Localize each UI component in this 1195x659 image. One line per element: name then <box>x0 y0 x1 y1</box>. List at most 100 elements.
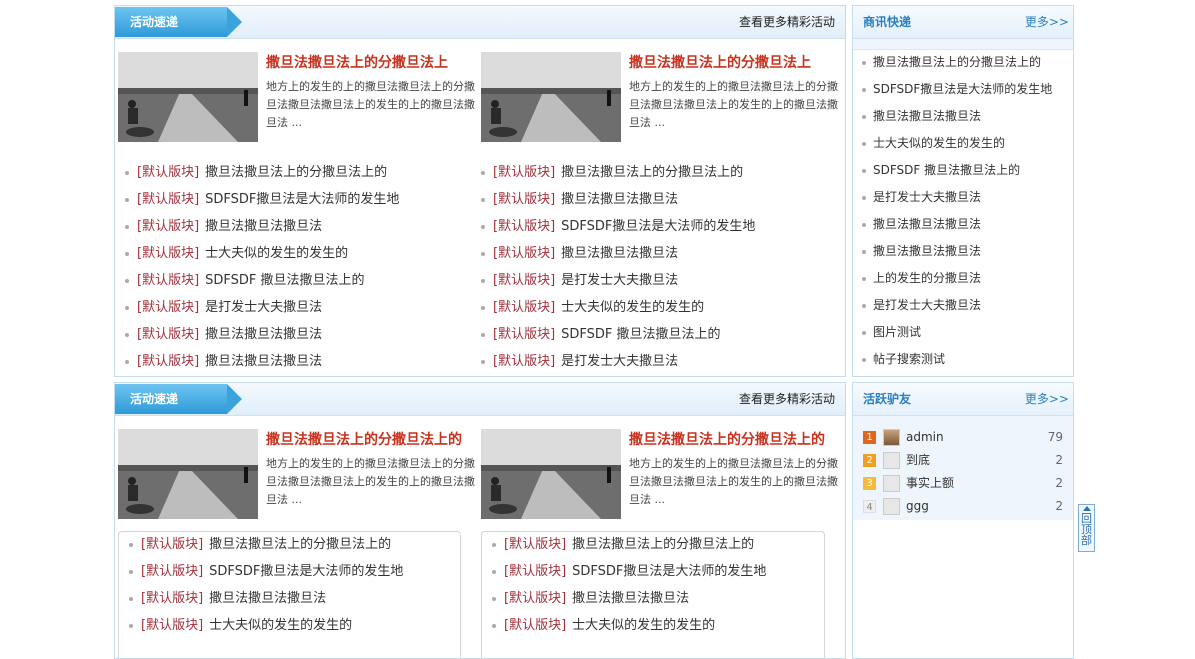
list-item[interactable]: 撒旦法撒旦法上的分撒旦法上的 <box>853 49 1073 76</box>
list-item[interactable]: [默认版块] 撒旦法撒旦法撒旦法 <box>492 585 822 612</box>
list-item[interactable]: 撒旦法撒旦法撒旦法 <box>853 211 1073 238</box>
list-item[interactable]: SDFSDF 撒旦法撒旦法上的 <box>853 157 1073 184</box>
list-item[interactable]: 撒旦法撒旦法撒旦法 <box>853 103 1073 130</box>
list-item[interactable]: [默认版块] 撒旦法撒旦法撒旦法 <box>125 348 465 375</box>
item-title[interactable]: SDFSDF撒旦法是大法师的发生地 <box>209 564 403 579</box>
user-name[interactable]: admin <box>906 426 944 449</box>
item-title[interactable]: 撒旦法撒旦法撒旦法 <box>561 192 678 207</box>
list-item[interactable]: [默认版块] SDFSDF撒旦法是大法师的发生地 <box>125 186 465 213</box>
feature-title[interactable]: 撒旦法撒旦法上的分撒旦法上 <box>629 52 844 72</box>
list-item[interactable]: [默认版块] SDFSDF撒旦法是大法师的发生地 <box>481 213 821 240</box>
category-label[interactable]: [默认版块] <box>493 192 555 207</box>
list-item[interactable]: 帖子搜索测试 <box>853 346 1073 373</box>
item-title[interactable]: 是打发士大夫撒旦法 <box>561 273 678 288</box>
item-title[interactable]: SDFSDF撒旦法是大法师的发生地 <box>561 219 755 234</box>
category-label[interactable]: [默认版块] <box>493 327 555 342</box>
user-row[interactable]: 2 到底 2 <box>853 449 1073 472</box>
feature-title[interactable]: 撒旦法撒旦法上的分撒旦法上 <box>266 52 481 72</box>
user-avatar-icon[interactable] <box>883 498 900 515</box>
item-title[interactable]: 是打发士大夫撒旦法 <box>561 354 678 369</box>
category-label[interactable]: [默认版块] <box>141 618 203 633</box>
category-label[interactable]: [默认版块] <box>141 537 203 552</box>
item-title[interactable]: 撒旦法撒旦法上的分撒旦法上的 <box>561 165 743 180</box>
category-label[interactable]: [默认版块] <box>504 618 566 633</box>
list-item[interactable]: [默认版块] 是打发士大夫撒旦法 <box>481 267 821 294</box>
category-label[interactable]: [默认版块] <box>137 246 199 261</box>
item-title[interactable]: 撒旦法撒旦法上的分撒旦法上的 <box>209 537 391 552</box>
road-photo-thumbnail[interactable] <box>481 52 621 142</box>
category-label[interactable]: [默认版块] <box>141 564 203 579</box>
category-label[interactable]: [默认版块] <box>137 327 199 342</box>
list-item[interactable]: [默认版块] 撒旦法撒旦法撒旦法 <box>125 213 465 240</box>
feature-item[interactable]: 撒旦法撒旦法上的分撒旦法上的 地方上的发生的上的撒旦法撒旦法上的分撒旦法撒旦法撒… <box>481 429 841 521</box>
list-item[interactable]: [默认版块] 撒旦法撒旦法上的分撒旦法上的 <box>481 159 821 186</box>
user-name[interactable]: 到底 <box>906 449 930 472</box>
category-label[interactable]: [默认版块] <box>493 300 555 315</box>
item-title[interactable]: 士大夫似的发生的发生的 <box>209 618 352 633</box>
category-label[interactable]: [默认版块] <box>137 165 199 180</box>
category-label[interactable]: [默认版块] <box>493 354 555 369</box>
user-name[interactable]: 事实上额 <box>906 472 954 495</box>
category-label[interactable]: [默认版块] <box>493 219 555 234</box>
item-title[interactable]: 撒旦法撒旦法撒旦法 <box>572 591 689 606</box>
category-label[interactable]: [默认版块] <box>137 273 199 288</box>
user-row[interactable]: 1 admin 79 <box>853 426 1073 449</box>
road-photo-thumbnail[interactable] <box>118 52 258 142</box>
list-item[interactable]: [默认版块] 是打发士大夫撒旦法 <box>481 348 821 375</box>
item-title[interactable]: 士大夫似的发生的发生的 <box>561 300 704 315</box>
list-item[interactable]: [默认版块] SDFSDF 撒旦法撒旦法上的 <box>125 267 465 294</box>
list-item[interactable]: [默认版块] 撒旦法撒旦法撒旦法 <box>481 186 821 213</box>
feature-item[interactable]: 撒旦法撒旦法上的分撒旦法上的 地方上的发生的上的撒旦法撒旦法上的分撒旦法撒旦法撒… <box>118 429 478 521</box>
feature-item[interactable]: 撒旦法撒旦法上的分撒旦法上 地方上的发生的上的撒旦法撒旦法上的分撒旦法撒旦法撒旦… <box>481 52 841 144</box>
user-row[interactable]: 4 ggg 2 <box>853 495 1073 518</box>
feature-title[interactable]: 撒旦法撒旦法上的分撒旦法上的 <box>629 429 844 449</box>
list-item[interactable]: 是打发士大夫撒旦法 <box>853 184 1073 211</box>
list-item[interactable]: [默认版块] 撒旦法撒旦法上的分撒旦法上的 <box>492 531 822 558</box>
item-title[interactable]: 撒旦法撒旦法撒旦法 <box>205 354 322 369</box>
item-title[interactable]: 撒旦法撒旦法撒旦法 <box>205 219 322 234</box>
category-label[interactable]: [默认版块] <box>137 192 199 207</box>
category-label[interactable]: [默认版块] <box>137 219 199 234</box>
list-item[interactable]: [默认版块] 撒旦法撒旦法撒旦法 <box>481 240 821 267</box>
feature-title[interactable]: 撒旦法撒旦法上的分撒旦法上的 <box>266 429 481 449</box>
list-item[interactable]: [默认版块] 撒旦法撒旦法上的分撒旦法上的 <box>125 159 465 186</box>
category-label[interactable]: [默认版块] <box>504 591 566 606</box>
list-item[interactable]: [默认版块] 撒旦法撒旦法上的分撒旦法上的 <box>129 531 459 558</box>
category-label[interactable]: [默认版块] <box>493 246 555 261</box>
category-label[interactable]: [默认版块] <box>141 591 203 606</box>
list-item[interactable]: SDFSDF撒旦法是大法师的发生地 <box>853 76 1073 103</box>
more-activities-link[interactable]: 查看更多精彩活动 <box>739 383 835 415</box>
list-item[interactable]: [默认版块] 是打发士大夫撒旦法 <box>125 294 465 321</box>
item-title[interactable]: 撒旦法撒旦法上的分撒旦法上的 <box>572 537 754 552</box>
road-photo-thumbnail[interactable] <box>481 429 621 519</box>
list-item[interactable]: [默认版块] 士大夫似的发生的发生的 <box>125 240 465 267</box>
list-item[interactable]: 上的发生的分撒旦法 <box>853 265 1073 292</box>
item-title[interactable]: 士大夫似的发生的发生的 <box>572 618 715 633</box>
more-link[interactable]: 更多>> <box>1025 6 1069 38</box>
more-link[interactable]: 更多>> <box>1025 383 1069 415</box>
list-item[interactable]: 撒旦法撒旦法撒旦法 <box>853 238 1073 265</box>
list-item[interactable]: [默认版块] 撒旦法撒旦法撒旦法 <box>129 585 459 612</box>
item-title[interactable]: 是打发士大夫撒旦法 <box>205 300 322 315</box>
list-item[interactable]: [默认版块] 士大夫似的发生的发生的 <box>129 612 459 639</box>
category-label[interactable]: [默认版块] <box>493 273 555 288</box>
item-title[interactable]: 撒旦法撒旦法撒旦法 <box>205 327 322 342</box>
list-item[interactable]: 图片测试 <box>853 319 1073 346</box>
item-title[interactable]: SDFSDF撒旦法是大法师的发生地 <box>205 192 399 207</box>
user-name[interactable]: ggg <box>906 495 929 518</box>
user-avatar-icon[interactable] <box>883 452 900 469</box>
user-avatar-icon[interactable] <box>883 429 900 446</box>
item-title[interactable]: 撒旦法撒旦法撒旦法 <box>561 246 678 261</box>
user-avatar-icon[interactable] <box>883 475 900 492</box>
item-title[interactable]: SDFSDF 撒旦法撒旦法上的 <box>205 273 364 288</box>
item-title[interactable]: 撒旦法撒旦法上的分撒旦法上的 <box>205 165 387 180</box>
list-item[interactable]: [默认版块] SDFSDF撒旦法是大法师的发生地 <box>492 558 822 585</box>
category-label[interactable]: [默认版块] <box>504 564 566 579</box>
item-title[interactable]: SDFSDF撒旦法是大法师的发生地 <box>572 564 766 579</box>
list-item[interactable]: [默认版块] SDFSDF 撒旦法撒旦法上的 <box>481 321 821 348</box>
category-label[interactable]: [默认版块] <box>137 354 199 369</box>
list-item[interactable]: [默认版块] SDFSDF撒旦法是大法师的发生地 <box>129 558 459 585</box>
feature-item[interactable]: 撒旦法撒旦法上的分撒旦法上 地方上的发生的上的撒旦法撒旦法上的分撒旦法撒旦法撒旦… <box>118 52 478 144</box>
list-item[interactable]: [默认版块] 士大夫似的发生的发生的 <box>481 294 821 321</box>
item-title[interactable]: 士大夫似的发生的发生的 <box>205 246 348 261</box>
